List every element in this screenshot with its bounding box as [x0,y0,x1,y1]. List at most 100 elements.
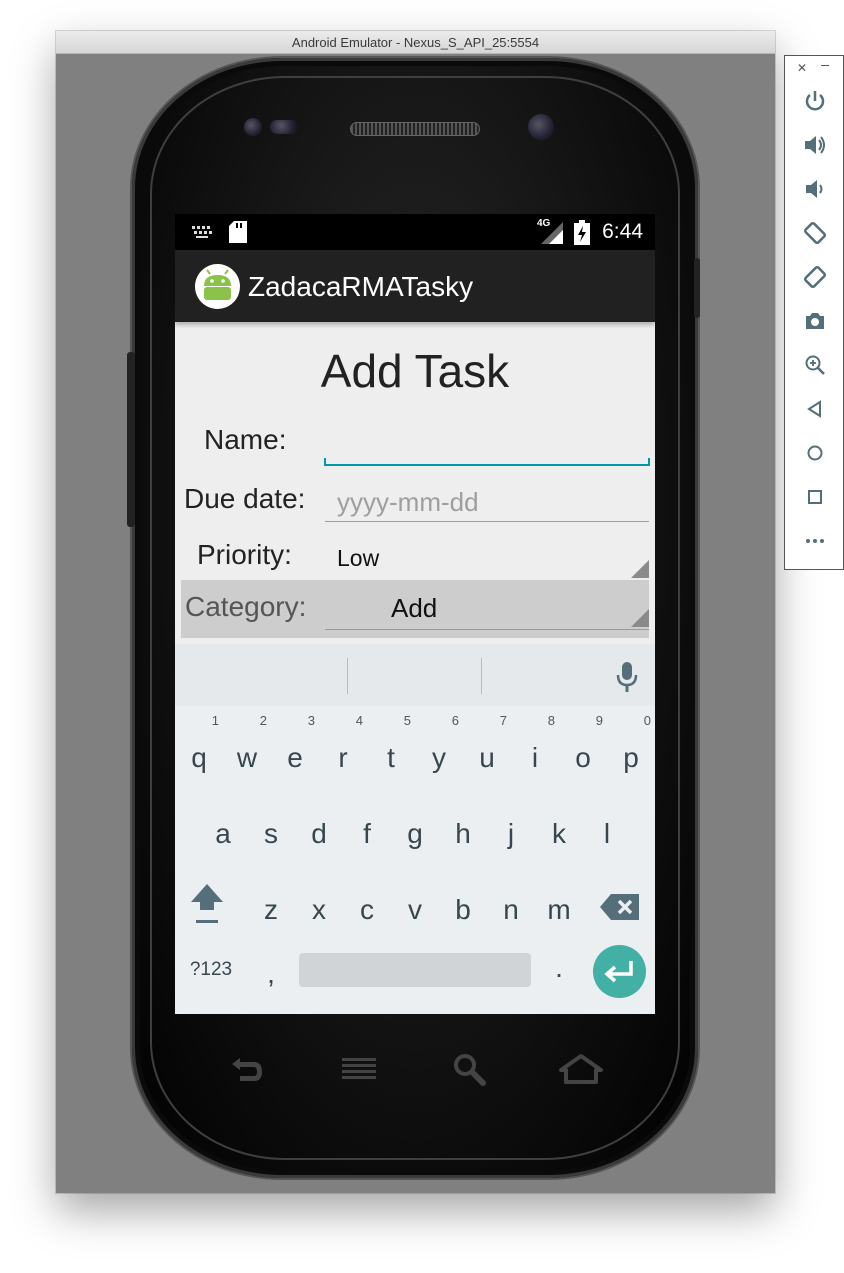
key-hint-wrap: 9 [561,714,607,748]
front-camera [244,118,262,136]
priority-label: Priority: [197,539,292,570]
name-input[interactable] [324,426,650,466]
backspace-key[interactable] [599,892,641,922]
back-icon [232,1058,262,1081]
enter-key[interactable] [593,945,646,998]
due-date-input[interactable]: yyyy-mm-dd [325,482,649,522]
key-d[interactable]: d [295,804,343,864]
zoom-icon[interactable] [802,352,828,378]
spinner-arrow-icon [631,560,649,578]
key-hint-wrap: 3 [273,714,319,748]
keyboard-indicator-icon [191,225,213,244]
back-triangle-icon[interactable] [802,396,828,422]
key-hint-label: 9 [595,713,603,728]
key-m[interactable]: m [535,880,583,940]
page-title: Add Task [320,345,510,397]
app-launcher-icon [195,264,240,309]
network-type-label: 4G [537,218,551,229]
key-x[interactable]: x [295,880,343,940]
key-hint-label: 6 [451,713,459,728]
key-b[interactable]: b [439,880,487,940]
hw-home-button[interactable] [558,1052,604,1086]
key-c[interactable]: c [343,880,391,940]
key-hint-wrap: 0 [609,714,655,748]
power-icon[interactable] [802,88,828,114]
volume-down-icon[interactable] [802,176,828,202]
menu-icon [342,1058,376,1079]
rotate-left-icon[interactable] [802,220,828,246]
more-options-icon[interactable] [802,528,828,554]
key-hint-wrap: 7 [465,714,511,748]
rotate-right-icon[interactable] [802,264,828,290]
home-circle-icon[interactable] [802,440,828,466]
hw-search-button[interactable] [452,1052,486,1086]
key-hint-label: 4 [355,713,363,728]
key-hint-label: 2 [259,713,267,728]
volume-up-icon[interactable] [802,132,828,158]
action-bar: ZadacaRMATasky [175,250,655,322]
key-g[interactable]: g [391,804,439,864]
hw-back-button[interactable] [224,1052,268,1088]
volume-rocker [127,352,135,527]
key-hint-label: 0 [643,713,651,728]
key-hint-wrap: 4 [321,714,367,748]
android-robot-icon [204,269,231,300]
key-n[interactable]: n [487,880,535,940]
shift-icon [191,884,223,923]
key-k[interactable]: k [535,804,583,864]
period-key[interactable]: . [535,938,583,998]
sd-card-icon [229,221,247,248]
window-title: Android Emulator - Nexus_S_API_25:5554 [56,31,775,54]
key-s[interactable]: s [247,804,295,864]
category-spinner[interactable]: Add [325,586,649,630]
key-f[interactable]: f [343,804,391,864]
close-icon[interactable]: ✕ [797,61,807,75]
key-hint-label: 3 [307,713,315,728]
soft-keyboard: ?123 , . q1w2e3r4t5y6u7i8o9p0asdfghjklzx… [175,644,655,1014]
hw-menu-button[interactable] [340,1056,378,1082]
space-key[interactable] [299,953,531,987]
key-hint-label: 8 [547,713,555,728]
emulator-sidebar: ✕ [784,55,844,570]
key-a[interactable]: a [199,804,247,864]
priority-spinner[interactable]: Low [325,536,649,580]
light-sensor [528,114,554,140]
key-hint-wrap: 5 [369,714,415,748]
key-hint-wrap: 8 [513,714,559,748]
key-z[interactable]: z [247,880,295,940]
priority-value: Low [337,545,380,571]
key-h[interactable]: h [439,804,487,864]
key-j[interactable]: j [487,804,535,864]
proximity-sensor [270,120,298,134]
due-date-label: Due date: [184,483,306,514]
overview-square-icon[interactable] [802,484,828,510]
key-hint-wrap: 6 [417,714,463,748]
backspace-icon [600,894,639,920]
voice-input-button[interactable] [615,661,639,698]
minimize-icon[interactable] [821,65,829,66]
camera-icon[interactable] [802,308,828,334]
status-bar: 4G 6:44 [175,214,655,250]
home-icon [559,1054,603,1084]
suggestion-strip [175,644,655,706]
app-title: ZadacaRMATasky [248,271,474,302]
suggestion-divider [481,658,482,694]
symbols-key[interactable]: ?123 [185,940,237,1000]
shift-key[interactable] [187,880,227,930]
key-hint-label: 7 [499,713,507,728]
key-hint-wrap: 1 [177,714,223,748]
key-l[interactable]: l [583,804,631,864]
category-label: Category: [185,591,307,622]
earpiece-speaker [350,122,480,136]
spinner-arrow-icon [631,609,649,627]
battery-charging-icon [574,220,590,250]
name-label: Name: [204,424,287,455]
power-button-hw [694,258,700,318]
key-hint-label: 5 [403,713,411,728]
enter-icon [604,961,633,983]
key-hint-label: 1 [211,713,219,728]
key-hint-wrap: 2 [225,714,271,748]
key-v[interactable]: v [391,880,439,940]
comma-key[interactable]: , [247,944,295,1004]
microphone-icon [616,662,638,692]
